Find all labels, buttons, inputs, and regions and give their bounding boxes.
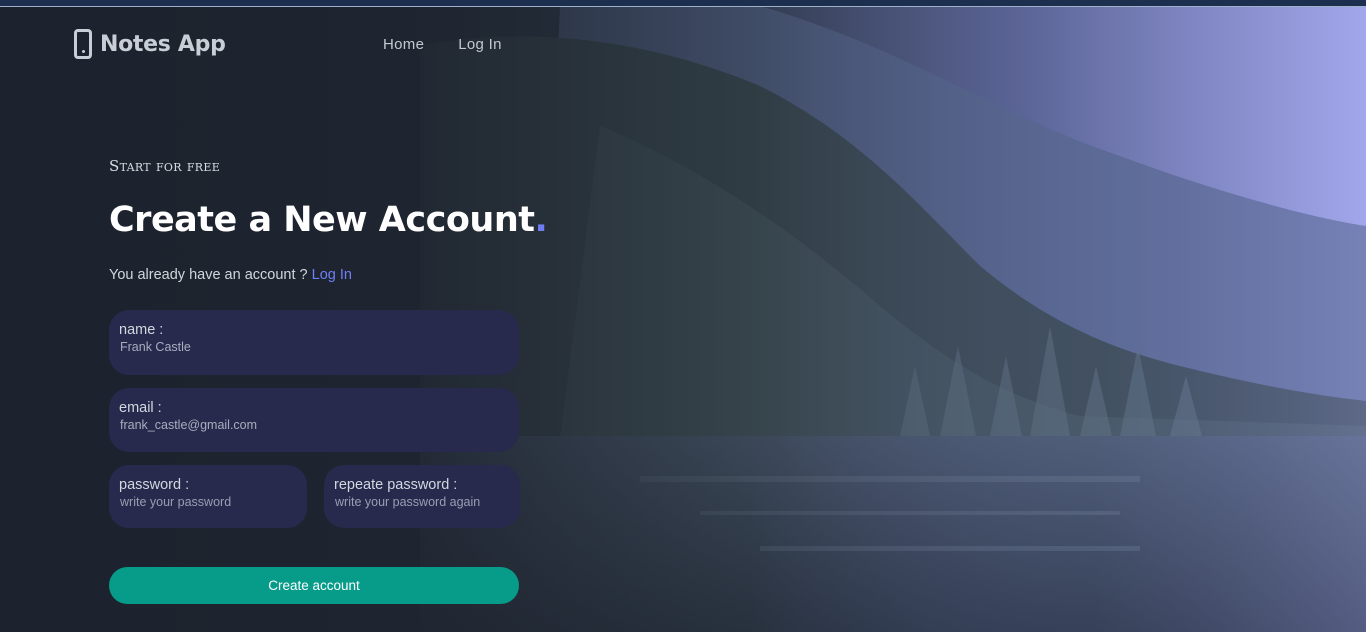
repeat-password-input[interactable] [334, 494, 510, 511]
email-input[interactable] [119, 417, 509, 434]
signup-page: Notes App Home Log In Start for free Cre… [0, 0, 1366, 632]
browser-top-strip [0, 0, 1366, 7]
name-label: name : [119, 322, 164, 338]
create-account-button[interactable]: Create account [109, 567, 519, 604]
login-prompt-text: You already have an account ? [109, 267, 308, 283]
email-label: email : [119, 400, 162, 416]
password-input[interactable] [119, 494, 297, 511]
email-field[interactable]: email : [109, 388, 519, 452]
name-input[interactable] [119, 339, 509, 356]
repeat-password-field[interactable]: repeate password : [324, 465, 520, 528]
page-title: Create a New Account. [109, 200, 548, 240]
signup-form-section: Start for free Create a New Account. You… [109, 0, 589, 632]
login-link[interactable]: Log In [312, 267, 352, 283]
mobile-phone-icon [74, 29, 92, 59]
eyebrow-text: Start for free [109, 157, 221, 175]
password-label: password : [119, 477, 190, 493]
password-field[interactable]: password : [109, 465, 307, 528]
name-field[interactable]: name : [109, 310, 519, 375]
page-title-dot: . [534, 200, 548, 240]
repeat-password-label: repeate password : [334, 477, 458, 493]
login-prompt: You already have an account ? Log In [109, 267, 352, 283]
page-title-text: Create a New Account [109, 200, 535, 240]
